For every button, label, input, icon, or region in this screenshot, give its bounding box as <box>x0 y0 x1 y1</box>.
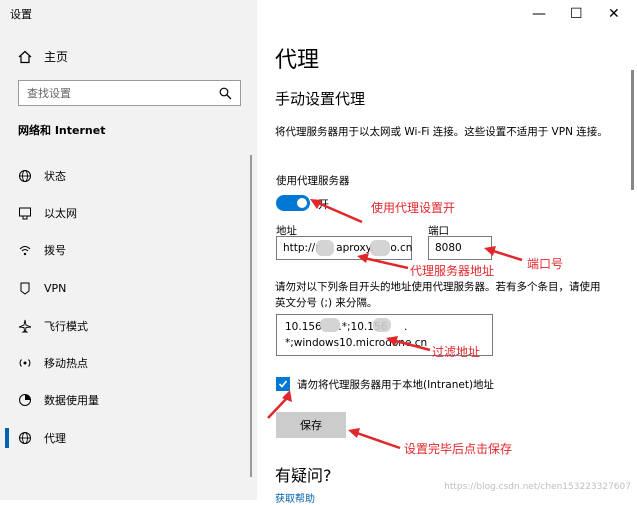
annotation-address: 代理服务器地址 <box>410 264 495 278</box>
annotation-toggle: 使用代理设置开 <box>371 201 456 215</box>
arrow-toggle <box>315 200 363 224</box>
arrow-checkbox <box>267 397 288 419</box>
arrow-address <box>363 256 409 270</box>
annotation-save: 设置完毕后点击保存 <box>404 442 513 456</box>
arrowhead-address <box>357 253 369 263</box>
annotation-port: 端口号 <box>527 257 564 271</box>
annotation-arrows <box>267 199 523 450</box>
arrowhead-exceptions <box>386 336 398 346</box>
arrow-save <box>353 430 401 450</box>
watermark: https://blog.csdn.net/chen153223327607 <box>444 482 631 492</box>
arrowhead-save <box>348 428 360 438</box>
annotation-exceptions: 过滤地址 <box>432 345 481 359</box>
arrow-port <box>489 248 523 262</box>
arrow-exceptions <box>391 338 431 352</box>
arrowhead-port <box>484 246 496 256</box>
